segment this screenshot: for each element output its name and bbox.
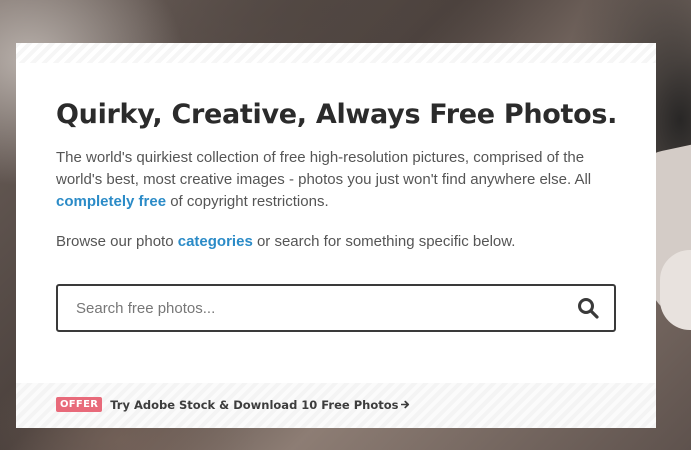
hero-description: The world's quirkiest collection of free…	[56, 147, 616, 213]
arrow-right-icon	[401, 398, 410, 408]
description-text-end: of copyright restrictions.	[166, 193, 329, 210]
browse-text-end: or search for something specific below.	[252, 233, 516, 250]
completely-free-link[interactable]: completely free	[56, 193, 166, 210]
offer-link-text: Try Adobe Stock & Download 10 Free Photo…	[110, 397, 399, 412]
adobe-stock-offer-link[interactable]: Try Adobe Stock & Download 10 Free Photo…	[110, 398, 410, 412]
offer-row: OFFER Try Adobe Stock & Download 10 Free…	[56, 397, 410, 412]
browse-text: Browse our photo categories or search fo…	[56, 231, 515, 253]
page-title: Quirky, Creative, Always Free Photos.	[56, 99, 618, 130]
search-box	[56, 284, 616, 332]
search-input[interactable]	[76, 295, 556, 321]
background-shape	[660, 250, 691, 330]
hero-card: Quirky, Creative, Always Free Photos. Th…	[16, 43, 656, 428]
categories-link[interactable]: categories	[178, 233, 253, 250]
description-text: The world's quirkiest collection of free…	[56, 149, 592, 188]
offer-badge: OFFER	[56, 397, 103, 412]
browse-text-start: Browse our photo	[56, 233, 178, 250]
search-icon[interactable]	[576, 296, 600, 320]
card-top-stripe	[16, 43, 656, 63]
